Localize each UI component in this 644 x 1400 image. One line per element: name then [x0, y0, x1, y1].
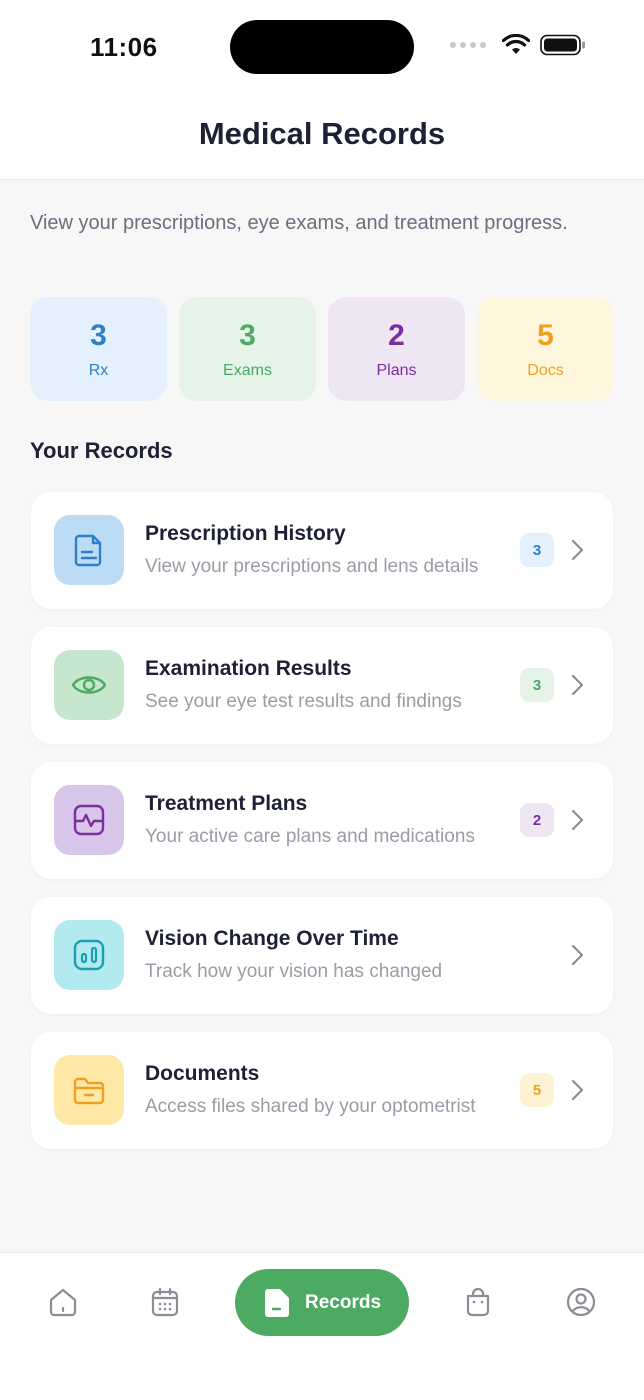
intro-text: View your prescriptions, eye exams, and …	[30, 212, 568, 234]
record-title: Documents	[145, 1062, 260, 1085]
eye-icon	[54, 650, 124, 720]
section-title: Your Records	[30, 438, 173, 463]
tab-home[interactable]	[46, 1285, 80, 1319]
record-title: Prescription History	[145, 522, 346, 545]
record-examination-results[interactable]: Examination Results See your eye test re…	[31, 627, 613, 744]
chevron-right-icon	[571, 1079, 584, 1101]
record-description: Your active care plans and medications	[145, 826, 475, 847]
bottom-tab-bar: Records	[0, 1252, 644, 1400]
page-title: Medical Records	[198, 116, 446, 151]
tab-shop[interactable]	[461, 1285, 495, 1319]
stat-value: 3	[90, 319, 107, 352]
chevron-right-icon	[571, 539, 584, 561]
chevron-right-icon	[571, 674, 584, 696]
record-description: Track how your vision has changed	[145, 961, 443, 982]
prescription-icon	[54, 515, 124, 585]
record-title: Treatment Plans	[145, 792, 308, 815]
stat-label: Docs	[527, 362, 564, 379]
stat-rx[interactable]: 3 Rx	[30, 297, 167, 401]
tab-records-label: Records	[304, 1291, 382, 1313]
stat-exams[interactable]: 3 Exams	[179, 297, 316, 401]
records-list: Prescription History View your prescript…	[31, 492, 613, 1167]
record-treatment-plans[interactable]: Treatment Plans Your active care plans a…	[31, 762, 613, 879]
stat-value: 3	[239, 319, 256, 352]
chevron-right-icon	[571, 944, 584, 966]
wifi-icon	[502, 34, 530, 54]
status-icons	[450, 34, 586, 56]
folder-icon	[54, 1055, 124, 1125]
stat-value: 2	[388, 319, 405, 352]
record-vision-change[interactable]: Vision Change Over Time Track how your v…	[31, 897, 613, 1014]
calendar-icon	[151, 1287, 179, 1317]
page-header: Medical Records	[0, 96, 644, 180]
stat-label: Exams	[223, 362, 272, 379]
home-icon	[49, 1288, 77, 1317]
stat-plans[interactable]: 2 Plans	[328, 297, 465, 401]
records-icon	[264, 1288, 289, 1317]
tab-profile[interactable]	[564, 1285, 598, 1319]
profile-icon	[566, 1287, 596, 1317]
chevron-right-icon	[571, 809, 584, 831]
count-badge: 2	[520, 803, 554, 837]
tab-records[interactable]: Records	[235, 1269, 409, 1336]
record-description: Access files shared by your optometrist	[145, 1096, 476, 1117]
battery-icon	[540, 34, 585, 56]
count-badge: 3	[520, 533, 554, 567]
record-documents[interactable]: Documents Access files shared by your op…	[31, 1032, 613, 1149]
tab-calendar[interactable]	[148, 1285, 182, 1319]
shop-icon	[466, 1287, 490, 1317]
count-badge: 3	[520, 668, 554, 702]
stat-value: 5	[537, 319, 554, 352]
status-bar: 11:06	[0, 0, 644, 96]
stats-row: 3 Rx 3 Exams 2 Plans 5 Docs	[30, 297, 614, 401]
dynamic-island	[230, 20, 414, 74]
signal-icon	[450, 42, 486, 48]
record-description: View your prescriptions and lens details	[145, 556, 479, 577]
record-title: Vision Change Over Time	[145, 927, 399, 950]
stat-docs[interactable]: 5 Docs	[477, 297, 614, 401]
record-description: See your eye test results and findings	[145, 691, 462, 712]
record-title: Examination Results	[145, 657, 352, 680]
count-badge: 5	[520, 1073, 554, 1107]
heartbeat-icon	[54, 785, 124, 855]
record-prescription-history[interactable]: Prescription History View your prescript…	[31, 492, 613, 609]
stat-label: Rx	[88, 362, 109, 379]
chart-icon	[54, 920, 124, 990]
stat-label: Plans	[376, 362, 417, 379]
status-time: 11:06	[90, 32, 158, 62]
